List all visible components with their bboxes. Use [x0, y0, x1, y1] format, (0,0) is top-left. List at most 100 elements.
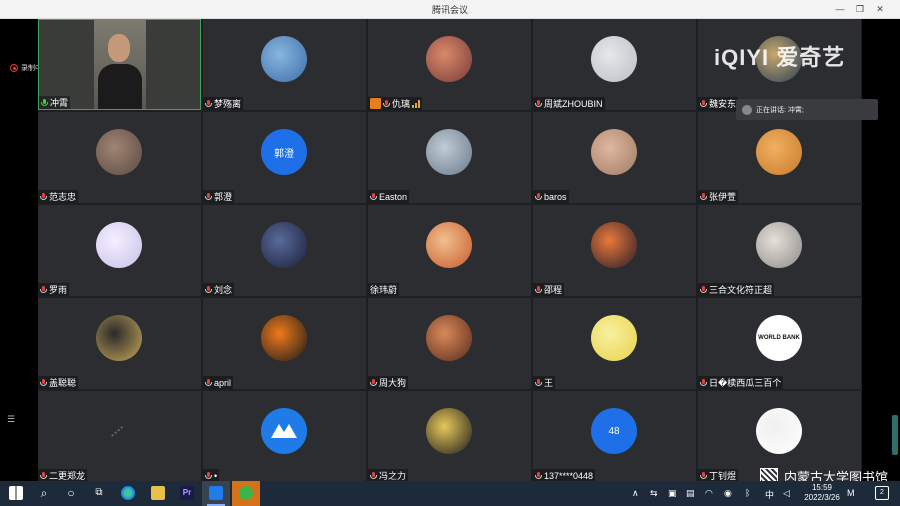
participant-avatar	[426, 36, 472, 82]
participant-namebar: 冲霄	[39, 96, 71, 109]
participant-name: 张伊萱	[709, 192, 737, 202]
participant-grid: 冲霄 梦殇离 仇璃 周斌ZHOUBIN 魏安东范志忠 郭澄 郭澄 Easton baros 张伊萱…	[38, 19, 862, 482]
volume-icon[interactable]: ◁	[783, 488, 790, 499]
microphone-status-icon	[535, 378, 542, 387]
tray-app-icon[interactable]: ⇆	[650, 488, 658, 499]
participant-tile[interactable]: 周斌ZHOUBIN	[533, 19, 696, 110]
participant-tile[interactable]: 邵程	[533, 205, 696, 296]
signal-strength-icon	[412, 99, 421, 108]
microphone-status-icon	[700, 285, 707, 294]
participant-avatar: 郭澄	[261, 129, 307, 175]
participant-namebar: 张伊萱	[698, 190, 739, 203]
wechat-icon	[239, 486, 253, 500]
participant-namebar: 周大狗	[368, 376, 409, 389]
microphone-status-icon	[40, 192, 47, 201]
participant-namebar: 周斌ZHOUBIN	[533, 97, 605, 110]
clock[interactable]: 15:59 2022/3/26	[800, 483, 844, 503]
app-tray-icon[interactable]: M	[847, 488, 855, 498]
participant-tile[interactable]: WORLD BANK 日�椟西瓜三百个	[698, 298, 861, 389]
participant-tile[interactable]: 梦殇离	[203, 19, 366, 110]
participant-tile[interactable]: 刘念	[203, 205, 366, 296]
participant-tile[interactable]: 罗雨	[38, 205, 201, 296]
microphone-status-icon	[40, 471, 47, 480]
minimize-icon[interactable]: —	[832, 2, 848, 16]
tray-app-icon-2[interactable]: ▣	[668, 488, 677, 499]
network-icon[interactable]: ◠	[705, 488, 713, 499]
participant-avatar	[591, 222, 637, 268]
list-icon[interactable]: ☰	[7, 414, 17, 424]
participant-tile[interactable]: •	[203, 391, 366, 482]
microphone-status-icon	[205, 99, 212, 108]
task-view-icon[interactable]: ⧉	[92, 486, 106, 500]
wechat-taskbar-button[interactable]	[232, 481, 260, 506]
participant-namebar: Easton	[368, 190, 410, 203]
microphone-icon[interactable]: ◉	[724, 488, 732, 499]
premiere-icon[interactable]: Pr	[180, 486, 194, 500]
right-sidebar	[862, 19, 900, 481]
participant-avatar	[756, 408, 802, 454]
participant-tile[interactable]: 郭澄 郭澄	[203, 112, 366, 203]
microphone-status-icon	[535, 192, 542, 201]
tencent-meeting-taskbar-button[interactable]	[202, 481, 230, 506]
participant-avatar	[756, 222, 802, 268]
search-icon[interactable]: ⌕	[37, 486, 51, 500]
participant-name: 三合文化符正超	[709, 285, 773, 295]
participant-tile[interactable]: 三合文化符正超	[698, 205, 861, 296]
close-icon[interactable]: ✕	[872, 2, 888, 16]
participant-namebar: april	[203, 376, 234, 389]
participant-avatar: WORLD BANK	[756, 315, 802, 361]
cortana-icon[interactable]: ○	[64, 486, 78, 500]
clock-date: 2022/3/26	[804, 493, 840, 502]
bluetooth-icon[interactable]: ᛒ	[745, 488, 750, 498]
participant-tile[interactable]: april	[203, 298, 366, 389]
file-explorer-icon[interactable]	[151, 486, 165, 500]
participant-avatar	[261, 315, 307, 361]
participant-tile[interactable]: Easton	[368, 112, 531, 203]
ime-label[interactable]: 中	[765, 488, 774, 501]
microphone-status-icon	[535, 99, 542, 108]
participant-namebar: 魏安东	[698, 97, 739, 110]
participant-namebar: 盖聪聪	[38, 376, 79, 389]
notification-icon[interactable]: 2	[875, 486, 889, 500]
participant-avatar	[426, 222, 472, 268]
scrollbar[interactable]	[892, 415, 898, 455]
participant-namebar: 罗雨	[38, 283, 70, 296]
participant-tile[interactable]: 盖聪聪	[38, 298, 201, 389]
participant-tile[interactable]: 二更郑龙	[38, 391, 201, 482]
loading-icon	[111, 426, 131, 446]
participant-tile[interactable]: 冯之力	[368, 391, 531, 482]
participant-tile[interactable]: 48 137****0448	[533, 391, 696, 482]
participant-name: •	[214, 470, 218, 481]
microphone-status-icon	[535, 285, 542, 294]
participant-namebar: 梦殇离	[203, 97, 244, 110]
restore-icon[interactable]: ❐	[852, 2, 868, 16]
microphone-status-icon	[205, 378, 212, 387]
chevron-up-icon[interactable]: ∧	[632, 488, 639, 499]
participant-tile[interactable]: 范志忠	[38, 112, 201, 203]
participant-name: 罗雨	[49, 285, 68, 295]
participant-name: 王	[544, 378, 554, 388]
participant-tile[interactable]: baros	[533, 112, 696, 203]
title-bar: 腾讯会议 — ❐ ✕	[0, 0, 900, 19]
participant-tile[interactable]: 王	[533, 298, 696, 389]
speaking-label: 正在讲话: 冲霄;	[756, 106, 804, 114]
participant-avatar	[591, 129, 637, 175]
participant-namebar: 三合文化符正超	[698, 283, 775, 296]
microphone-status-icon	[370, 378, 377, 387]
windows-start-icon[interactable]	[9, 486, 23, 500]
tencent-meeting-logo-icon	[271, 424, 297, 438]
edge-browser-icon[interactable]	[121, 486, 135, 500]
participant-avatar	[426, 315, 472, 361]
microphone-status-icon	[205, 192, 212, 201]
participant-namebar: 王	[533, 376, 556, 389]
participant-tile[interactable]: 冲霄	[38, 19, 201, 110]
participant-tile[interactable]: 徐玮蔚	[368, 205, 531, 296]
participant-avatar	[96, 222, 142, 268]
participant-tile[interactable]: 周大狗	[368, 298, 531, 389]
participant-tile[interactable]: 张伊萱	[698, 112, 861, 203]
participant-avatar	[261, 408, 307, 454]
window-title: 腾讯会议	[431, 5, 468, 15]
tray-app-icon-3[interactable]: ▤	[686, 488, 695, 499]
participant-namebar: 徐玮蔚	[368, 283, 400, 296]
participant-tile[interactable]: 仇璃	[368, 19, 531, 110]
